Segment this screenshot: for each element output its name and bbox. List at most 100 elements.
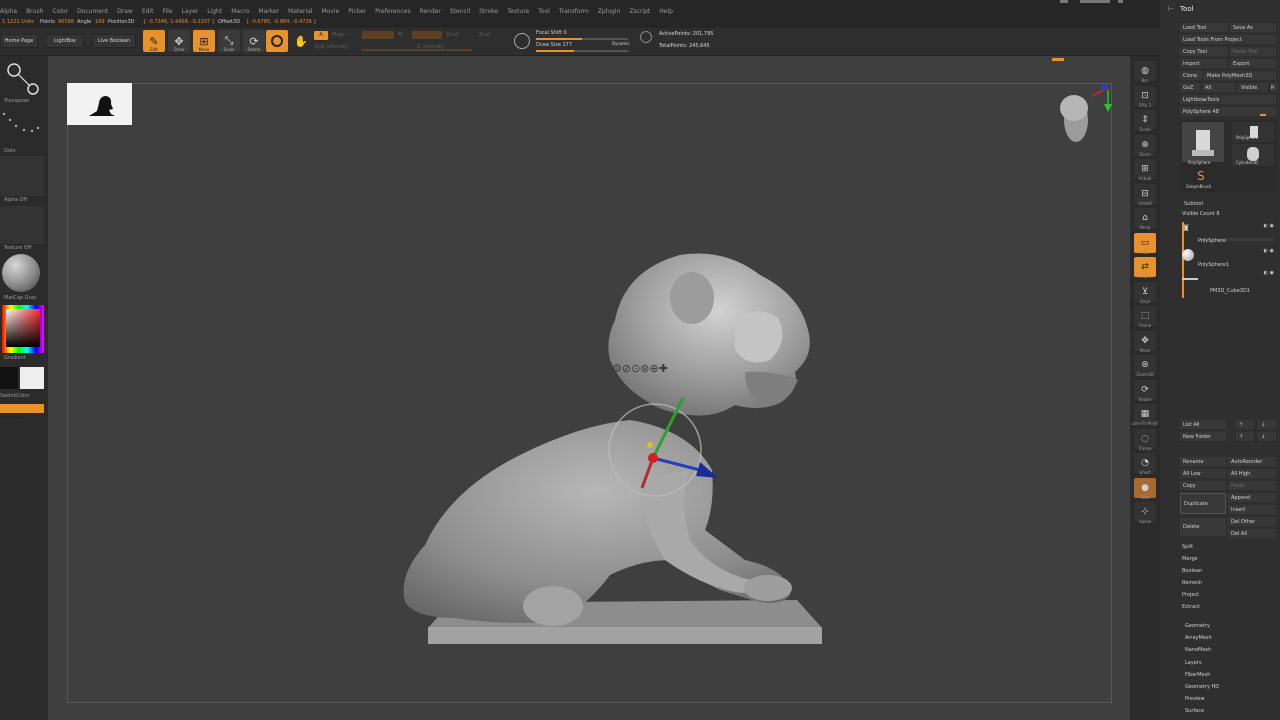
navigation-head-icon[interactable] — [1060, 84, 1112, 142]
simplebrush-icon: S — [1197, 169, 1205, 183]
shelf-label: AAHalf — [1138, 200, 1152, 206]
lion-sculpt[interactable] — [403, 253, 810, 626]
autoreorder-button[interactable]: AutoReorder — [1228, 457, 1276, 466]
thumb-label-1: PolySphere — [1188, 160, 1211, 165]
polysphere-slider-fill — [1260, 114, 1266, 116]
copy-tool-button[interactable]: Copy Tool — [1180, 47, 1228, 56]
shelf-label: Persp — [1139, 225, 1151, 230]
polysphere-slider-label: PolySphere 48 — [1183, 108, 1219, 115]
shelf-label: SPix 3 — [1138, 102, 1152, 108]
shelf-label: Floor — [1140, 249, 1150, 255]
load-tool-button[interactable]: Load Tool — [1180, 23, 1228, 32]
del-other-button[interactable]: Del Other — [1228, 517, 1276, 526]
move-down-button[interactable]: ↓ — [1258, 432, 1276, 441]
polysphere-slider[interactable]: PolySphere 48 — [1180, 107, 1276, 116]
cube-subtool-icon — [1182, 278, 1198, 280]
import-button[interactable]: Import — [1180, 59, 1228, 68]
move-icon: ✥ — [1141, 335, 1149, 346]
tool-palette: ⊢ Tool Load Tool Save As Load Tools From… — [1160, 0, 1280, 720]
shelf-label: Qxyz — [1140, 298, 1150, 304]
subtool-visibility-icon[interactable]: ◐ ◉ — [1264, 270, 1274, 276]
shelf-label: Zoom3D — [1136, 372, 1154, 377]
goz-visible-button[interactable]: Visible — [1238, 83, 1268, 92]
up-arrow-icon: ↑ — [1239, 421, 1244, 428]
clone-button[interactable]: Clone — [1180, 71, 1202, 80]
subtool-name-1: PolySphere — [1198, 238, 1226, 244]
merge-section[interactable]: Merge — [1182, 556, 1198, 562]
all-low-button[interactable]: All Low — [1180, 469, 1226, 478]
section-geometry-hd[interactable]: Geometry HD — [1185, 684, 1219, 690]
subtool-row-2[interactable]: PolySphere ◐ ◉ — [1178, 237, 1278, 261]
palette-collapse-icon[interactable]: ⊢ — [1168, 5, 1174, 13]
delete-button[interactable]: Delete — [1180, 518, 1226, 536]
shelf-label: Line Fill PolyF — [1131, 421, 1159, 426]
transp-icon: ◌ — [1141, 433, 1149, 444]
project-section[interactable]: Project — [1182, 592, 1199, 598]
subtool-header[interactable]: Subtool — [1184, 201, 1203, 207]
extract-section[interactable]: Extract — [1182, 604, 1200, 610]
shelf-label: Xpose — [1138, 519, 1152, 524]
append-button[interactable]: Append — [1228, 493, 1276, 502]
load-tools-from-project-button[interactable]: Load Tools From Project — [1180, 35, 1276, 44]
aahalf-icon: ⊟ — [1141, 188, 1149, 199]
shelf-label: Zoom — [1139, 151, 1151, 157]
make-polymesh-button[interactable]: Make PolyMesh3D — [1204, 71, 1276, 80]
del-all-button[interactable]: Del All — [1228, 529, 1276, 538]
zoom3d-icon: ⊛ — [1141, 360, 1149, 370]
section-nanomesh[interactable]: NanoMesh — [1185, 647, 1211, 653]
section-preview[interactable]: Preview — [1185, 696, 1204, 702]
boolean-section[interactable]: Boolean — [1182, 568, 1202, 574]
shelf-label: Ghost — [1139, 470, 1151, 475]
remesh-section[interactable]: Remesh — [1182, 580, 1202, 586]
goz-all-button[interactable]: All — [1202, 83, 1236, 92]
sculpt-scene: ⚙⊘⊙⊛⊕✚ — [403, 84, 1112, 644]
up-arrow-button[interactable]: ↑ — [1236, 420, 1254, 429]
save-as-button[interactable]: Save As — [1230, 23, 1276, 32]
rename-button[interactable]: Rename — [1180, 457, 1226, 466]
paste-button[interactable]: Paste — [1228, 481, 1276, 490]
export-button[interactable]: Export — [1230, 59, 1276, 68]
lightbox-tools-button[interactable]: Lightbox▸Tools — [1180, 95, 1276, 104]
section-fibermesh[interactable]: FiberMesh — [1185, 672, 1210, 678]
section-geometry[interactable]: Geometry — [1185, 623, 1210, 629]
solo-icon: ● — [1141, 482, 1149, 493]
all-high-button[interactable]: All High — [1228, 469, 1276, 478]
thumb-polysphere-main[interactable] — [1182, 122, 1224, 162]
subtool-row-3[interactable]: PolySphere1 ◐ ◉ — [1178, 261, 1278, 283]
subtool-visibility-icon[interactable]: ◐ ◉ — [1264, 248, 1274, 254]
new-folder-button[interactable]: New Folder — [1180, 432, 1226, 441]
down-arrow-icon: ↓ — [1261, 433, 1266, 440]
sphere-subtool-icon — [1182, 249, 1194, 261]
spix-3-icon: ⊡ — [1141, 90, 1149, 101]
shelf-label: Transp — [1138, 445, 1152, 451]
ghost-icon: ◔ — [1141, 458, 1149, 468]
down-arrow-button[interactable]: ↓ — [1258, 420, 1276, 429]
up-arrow-icon: ↑ — [1239, 433, 1244, 440]
subtool-name-3[interactable]: PM3D_Cube3D1 — [1210, 288, 1250, 294]
rotate-icon: ⟳ — [1141, 384, 1149, 395]
paste-tool-button[interactable]: Paste Tool — [1230, 47, 1276, 56]
copy-button[interactable]: Copy — [1180, 481, 1226, 490]
thumb-label-4: SimpleBrush — [1186, 184, 1212, 189]
insert-button[interactable]: Insert — [1228, 505, 1276, 514]
duplicate-button[interactable]: Duplicate — [1180, 493, 1226, 514]
shelf-label: Bpr — [1141, 78, 1149, 83]
section-arraymesh[interactable]: ArrayMesh — [1185, 635, 1212, 641]
subtool-visibility-icon[interactable]: ◐ ◉ — [1264, 223, 1274, 229]
goz-r-button[interactable]: R — [1270, 83, 1278, 92]
visible-count[interactable]: Visible Count 8 — [1182, 211, 1220, 217]
shelf-label: Scroll — [1139, 127, 1151, 132]
list-all-button[interactable]: List All — [1180, 420, 1226, 429]
move-up-button[interactable]: ↑ — [1236, 432, 1254, 441]
floor-icon: ▭ — [1140, 237, 1150, 248]
shelf-label: L.Sym — [1138, 274, 1152, 279]
thumb-label-2: PolySphere — [1236, 135, 1259, 140]
actual-icon: ⊞ — [1141, 164, 1149, 174]
split-section[interactable]: Split — [1182, 544, 1193, 550]
section-surface[interactable]: Surface — [1185, 708, 1204, 714]
goz-button[interactable]: GoZ — [1180, 83, 1200, 92]
thumb-label-3: Cylinder3D — [1236, 160, 1259, 165]
subtool-name-2: PolySphere1 — [1198, 262, 1230, 268]
section-layers[interactable]: Layers — [1185, 660, 1202, 666]
bpr-icon: ◍ — [1141, 66, 1149, 76]
